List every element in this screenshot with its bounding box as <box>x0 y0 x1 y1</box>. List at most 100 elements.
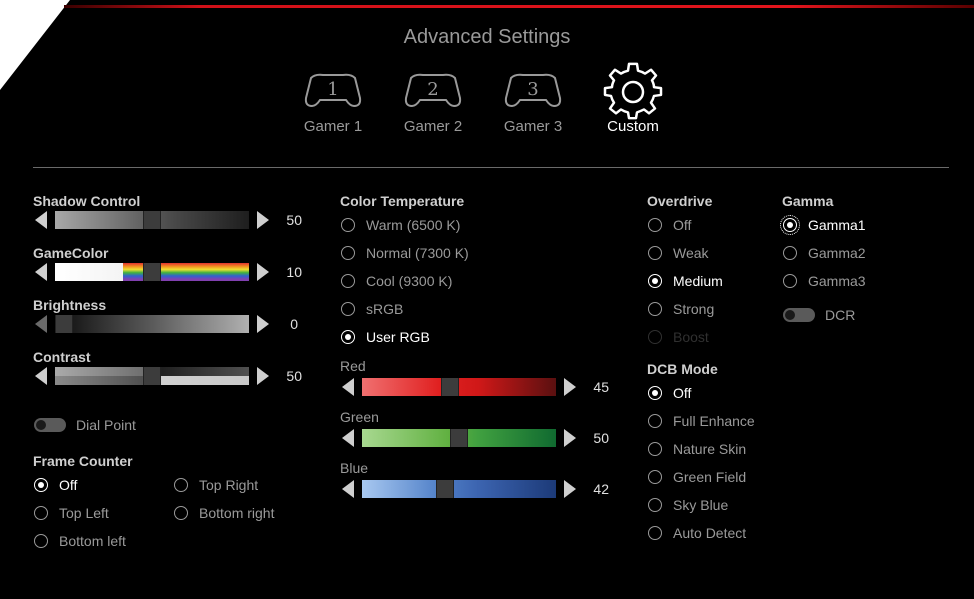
radio-dot[interactable] <box>648 386 662 400</box>
green-value: 50 <box>593 430 609 446</box>
color-temp-option-warm[interactable]: Warm (6500 K) <box>341 217 460 233</box>
option-label: User RGB <box>366 329 430 345</box>
dcb-mode-option-sky-blue[interactable]: Sky Blue <box>648 497 728 513</box>
frame-counter-option-off[interactable]: Off <box>34 477 77 493</box>
overdrive-option-weak[interactable]: Weak <box>648 245 709 261</box>
option-label: Cool (9300 K) <box>366 273 453 289</box>
green-slider[interactable] <box>362 429 556 447</box>
preset-label: Custom <box>607 118 659 135</box>
radio-dot[interactable] <box>648 302 662 316</box>
radio-dot[interactable] <box>341 274 355 288</box>
color-temp-option-normal[interactable]: Normal (7300 K) <box>341 245 469 261</box>
radio-dot[interactable] <box>648 498 662 512</box>
frame-counter-option-bottom-right[interactable]: Bottom right <box>174 505 274 521</box>
svg-text:2: 2 <box>427 79 438 100</box>
radio-dot[interactable] <box>648 246 662 260</box>
green-increase[interactable] <box>564 429 576 447</box>
frame-counter-option-bottom-left[interactable]: Bottom left <box>34 533 126 549</box>
gamma-option-gamma3[interactable]: Gamma3 <box>783 273 866 289</box>
shadow-control-increase[interactable] <box>257 211 269 229</box>
dcr-toggle[interactable]: DCR <box>783 307 855 323</box>
radio-dot[interactable] <box>783 274 797 288</box>
color-temp-option-cool[interactable]: Cool (9300 K) <box>341 273 452 289</box>
radio-dot[interactable] <box>648 442 662 456</box>
option-label: Off <box>673 217 692 233</box>
toggle-track[interactable] <box>783 308 815 322</box>
overdrive-option-medium[interactable]: Medium <box>648 273 723 289</box>
option-label: Green Field <box>673 469 747 485</box>
radio-dot[interactable] <box>341 330 355 344</box>
page-title: Advanced Settings <box>403 26 571 48</box>
option-label: Gamma2 <box>808 245 866 261</box>
option-label: Boost <box>673 329 709 345</box>
red-decrease[interactable] <box>342 378 354 396</box>
preset-label: Gamer 3 <box>503 118 563 135</box>
radio-dot[interactable] <box>648 470 662 484</box>
overdrive-option-boost: Boost <box>648 329 709 345</box>
frame-counter-option-top-left[interactable]: Top Left <box>34 505 109 521</box>
option-label: Bottom left <box>59 533 126 549</box>
radio-dot[interactable] <box>341 302 355 316</box>
red-increase[interactable] <box>564 378 576 396</box>
radio-dot[interactable] <box>648 526 662 540</box>
blue-increase[interactable] <box>564 480 576 498</box>
gamecolor-decrease[interactable] <box>35 263 47 281</box>
shadow-control-decrease[interactable] <box>35 211 47 229</box>
color-temp-option-srgb[interactable]: sRGB <box>341 301 403 317</box>
slider-thumb[interactable] <box>450 429 468 447</box>
option-label: Top Right <box>199 477 259 493</box>
slider-thumb[interactable] <box>143 367 161 385</box>
slider-thumb[interactable] <box>143 263 161 281</box>
red-slider[interactable] <box>362 378 556 396</box>
green-decrease[interactable] <box>342 429 354 447</box>
slider-thumb[interactable] <box>436 480 454 498</box>
slider-thumb[interactable] <box>441 378 459 396</box>
overdrive-option-off[interactable]: Off <box>648 217 691 233</box>
radio-dot[interactable] <box>341 218 355 232</box>
slider-thumb[interactable] <box>55 315 73 333</box>
dcb-mode-option-off[interactable]: Off <box>648 385 691 401</box>
overdrive-option-strong[interactable]: Strong <box>648 301 714 317</box>
dial-point-toggle[interactable]: Dial Point <box>34 417 136 433</box>
radio-dot[interactable] <box>648 218 662 232</box>
radio-dot[interactable] <box>648 274 662 288</box>
preset-gamer-3[interactable]: 3 Gamer 3 <box>483 68 583 135</box>
brightness-decrease[interactable] <box>35 315 47 333</box>
preset-gamer-1[interactable]: 1 Gamer 1 <box>283 68 383 135</box>
option-label: Gamma1 <box>808 217 866 233</box>
shadow-control-slider[interactable] <box>55 211 249 229</box>
brightness-slider[interactable] <box>55 315 249 333</box>
radio-dot[interactable] <box>174 478 188 492</box>
dcb-mode-option-auto-detect[interactable]: Auto Detect <box>648 525 746 541</box>
blue-decrease[interactable] <box>342 480 354 498</box>
radio-dot[interactable] <box>780 215 800 235</box>
dcb-mode-option-nature-skin[interactable]: Nature Skin <box>648 441 746 457</box>
blue-slider[interactable] <box>362 480 556 498</box>
radio-dot[interactable] <box>341 246 355 260</box>
frame-counter-option-top-right[interactable]: Top Right <box>174 477 258 493</box>
radio-dot[interactable] <box>174 506 188 520</box>
radio-dot[interactable] <box>648 414 662 428</box>
shadow-control-label: Shadow Control <box>33 193 141 209</box>
gamma-option-gamma1[interactable]: Gamma1 <box>780 215 866 235</box>
gamecolor-slider[interactable] <box>55 263 249 281</box>
contrast-value: 50 <box>286 368 302 384</box>
radio-dot[interactable] <box>34 506 48 520</box>
contrast-decrease[interactable] <box>35 367 47 385</box>
color-temp-option-user-rgb[interactable]: User RGB <box>341 329 430 345</box>
contrast-slider[interactable] <box>55 367 249 385</box>
radio-dot[interactable] <box>783 246 797 260</box>
dcb-mode-option-green-field[interactable]: Green Field <box>648 469 746 485</box>
radio-dot[interactable] <box>34 478 48 492</box>
gear-icon <box>603 62 663 120</box>
green-label: Green <box>340 409 379 425</box>
dcb-mode-option-full-enhance[interactable]: Full Enhance <box>648 413 755 429</box>
slider-thumb[interactable] <box>143 211 161 229</box>
toggle-track[interactable] <box>34 418 66 432</box>
gamma-option-gamma2[interactable]: Gamma2 <box>783 245 866 261</box>
radio-dot[interactable] <box>34 534 48 548</box>
preset-custom[interactable]: Custom <box>583 62 683 135</box>
preset-gamer-2[interactable]: 2 Gamer 2 <box>383 68 483 135</box>
contrast-increase[interactable] <box>257 367 269 385</box>
gamecolor-increase[interactable] <box>257 263 269 281</box>
